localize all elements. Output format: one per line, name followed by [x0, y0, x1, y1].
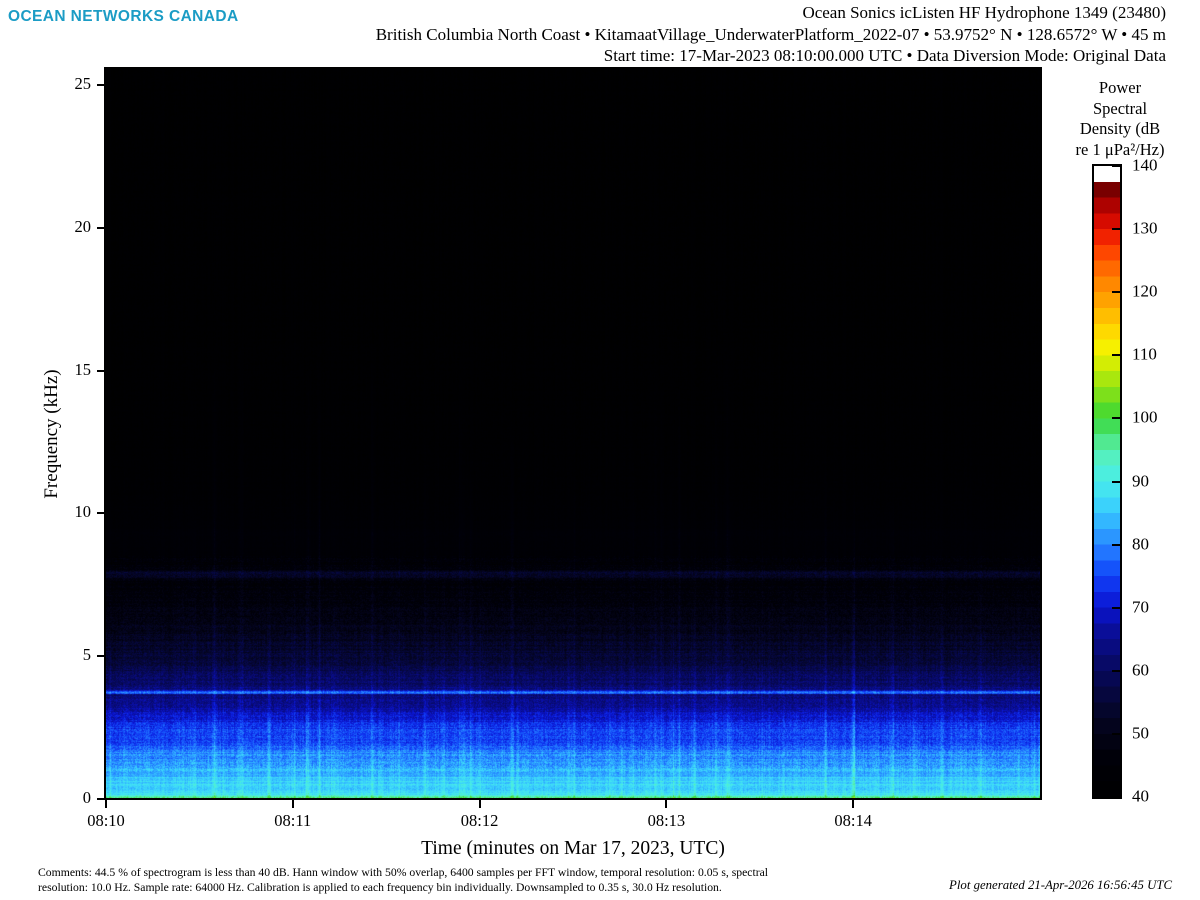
header-location-line: British Columbia North Coast • KitamaatV… — [375, 24, 1166, 44]
x-tick-mark — [852, 800, 855, 808]
colorbar-tick-mark — [1112, 480, 1121, 483]
comments-block: Comments: 44.5 % of spectrogram is less … — [38, 866, 898, 895]
colorbar-title-line: Spectral — [1092, 98, 1148, 118]
y-tick-label: 10 — [74, 502, 92, 522]
colorbar-title: Power Spectral Density (dB re 1 μPa²/Hz) — [1044, 78, 1196, 160]
colorbar-tick-mark — [1112, 228, 1121, 231]
colorbar-tick-label: 90 — [1132, 471, 1149, 491]
y-tick-label: 25 — [74, 74, 92, 94]
y-axis-title: Frequency (kHz) — [41, 369, 62, 499]
colorbar-title-line: Power — [1098, 78, 1142, 97]
colorbar-tick-label: 110 — [1132, 344, 1157, 364]
colorbar-tick-mark — [1112, 417, 1121, 420]
colorbar-tick-label: 50 — [1132, 723, 1149, 743]
x-tick-mark — [105, 800, 107, 808]
x-tick-mark — [665, 800, 668, 808]
colorbar-tick-mark — [1112, 796, 1121, 798]
colorbar-tick-mark — [1112, 732, 1121, 735]
colorbar-tick-mark — [1112, 606, 1121, 609]
x-tick-label: 08:12 — [460, 811, 499, 830]
plot-header: Ocean Sonics icListen HF Hydrophone 1349… — [376, 2, 1166, 67]
comments-line-1: Comments: 44.5 % of spectrogram is less … — [38, 866, 769, 879]
colorbar-tick-mark — [1112, 165, 1121, 167]
colorbar-tick-label: 40 — [1132, 786, 1149, 806]
colorbar-tick-label: 80 — [1132, 534, 1149, 554]
ocean-networks-canada-logo: OCEAN NETWORKS CANADA — [8, 8, 239, 25]
y-tick-mark — [97, 84, 104, 87]
header-device-line: Ocean Sonics icListen HF Hydrophone 1349… — [802, 3, 1166, 22]
colorbar-title-line: re 1 μPa²/Hz) — [1075, 139, 1165, 159]
plot-generated-timestamp: Plot generated 21-Apr-2026 16:56:45 UTC — [949, 878, 1172, 892]
colorbar-tick-mark — [1112, 543, 1121, 546]
y-tick-label: 20 — [74, 216, 92, 236]
y-tick-label: 0 — [82, 788, 91, 807]
y-tick-mark — [97, 369, 104, 372]
colorbar-title-line: Density (dB — [1079, 119, 1161, 138]
x-tick-label: 08:11 — [274, 811, 312, 830]
y-tick-label: 15 — [74, 359, 92, 379]
x-axis-title: Time (minutes on Mar 17, 2023, UTC) — [421, 838, 725, 859]
x-tick-label: 08:13 — [647, 811, 686, 830]
colorbar-tick-mark — [1112, 354, 1121, 357]
colorbar-ticks: 40 50 60 70 80 90 100 110 120 130 140 — [1092, 156, 1200, 806]
spectrogram-canvas — [106, 69, 1040, 798]
colorbar-tick-label: 70 — [1132, 597, 1149, 617]
colorbar-tick-label: 60 — [1132, 660, 1149, 680]
y-tick-mark — [97, 226, 104, 229]
colorbar-tick-mark — [1112, 291, 1121, 294]
x-tick-label: 08:10 — [87, 811, 125, 830]
y-tick-mark — [97, 798, 104, 800]
x-tick-mark — [478, 800, 481, 808]
colorbar-tick-mark — [1112, 669, 1121, 672]
y-tick-mark — [97, 512, 104, 515]
x-tick-mark — [291, 800, 294, 808]
comments-line-2: resolution: 10.0 Hz. Sample rate: 64000 … — [38, 880, 722, 894]
colorbar-tick-label: 130 — [1132, 218, 1158, 238]
y-tick-mark — [97, 655, 104, 658]
colorbar-tick-label: 100 — [1132, 407, 1158, 427]
colorbar-tick-label: 120 — [1132, 281, 1158, 301]
header-start-time-line: Start time: 17-Mar-2023 08:10:00.000 UTC… — [603, 46, 1166, 65]
spectrogram-plot-area — [104, 67, 1042, 800]
x-tick-label: 08:14 — [834, 811, 872, 830]
y-tick-label: 5 — [82, 645, 91, 665]
